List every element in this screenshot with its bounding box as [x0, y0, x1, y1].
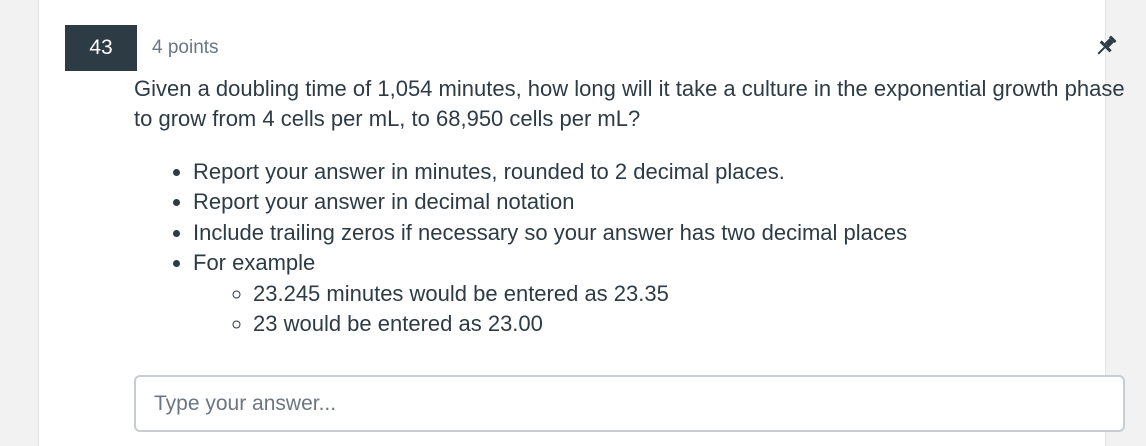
- question-card: 43 4 points Given a doubling time of 1,0…: [38, 0, 1125, 446]
- example-item: 23.245 minutes would be entered as 23.35: [253, 279, 1146, 309]
- question-number-badge: 43: [65, 25, 137, 71]
- pin-icon[interactable]: [1093, 33, 1119, 59]
- instructions-list: Report your answer in minutes, rounded t…: [134, 157, 1146, 339]
- instruction-item-label: For example: [193, 250, 316, 276]
- answer-input[interactable]: [134, 375, 1125, 432]
- instruction-item: Report your answer in decimal notation: [193, 187, 1146, 217]
- example-item: 23 would be entered as 23.00: [253, 309, 1146, 339]
- examples-list: 23.245 minutes would be entered as 23.35…: [193, 279, 1146, 340]
- pin-icon-graphic: [1097, 35, 1117, 55]
- question-text: Given a doubling time of 1,054 minutes, …: [134, 76, 1125, 131]
- instruction-item-with-examples: For example 23.245 minutes would be ente…: [193, 248, 1146, 339]
- instruction-item: Include trailing zeros if necessary so y…: [193, 218, 1146, 248]
- question-points: 4 points: [152, 37, 219, 58]
- instruction-item: Report your answer in minutes, rounded t…: [193, 157, 1146, 187]
